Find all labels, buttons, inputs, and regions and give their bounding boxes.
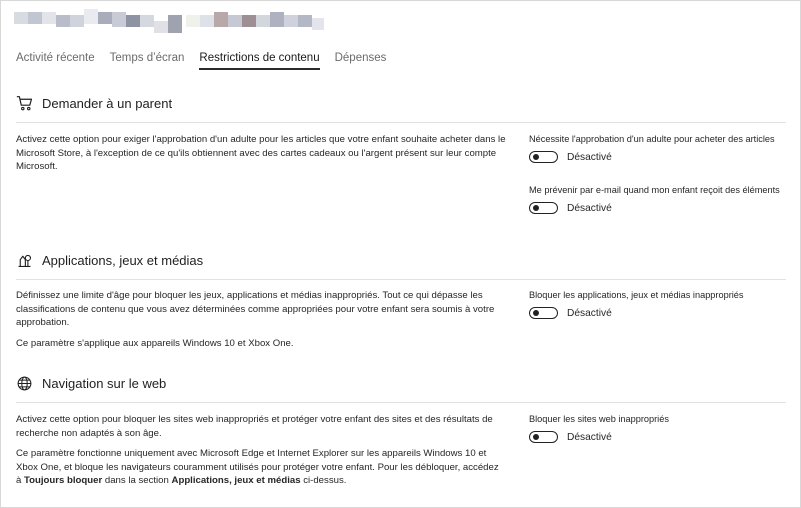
toggle-state: Désactivé	[567, 307, 612, 319]
section-web-description: Activez cette option pour bloquer les si…	[16, 413, 506, 494]
setting-label: Bloquer les applications, jeux et médias…	[529, 290, 744, 300]
require-approval-toggle[interactable]	[529, 151, 558, 163]
toggle-state: Désactivé	[567, 202, 612, 214]
toggle-state: Désactivé	[567, 431, 612, 443]
description-text: Définissez une limite d'âge pour bloquer…	[16, 290, 495, 329]
tab-bar: Activité récente Temps d’écran Restricti…	[16, 52, 386, 70]
cart-icon	[16, 96, 33, 111]
setting-label: Nécessite l'approbation d'un adulte pour…	[529, 134, 775, 144]
account-name-redacted	[14, 9, 324, 35]
block-websites-toggle[interactable]	[529, 431, 558, 443]
section-apps-header: Applications, jeux et médias	[16, 252, 203, 269]
pixelated-name-image	[14, 9, 324, 33]
block-apps-toggle[interactable]	[529, 307, 558, 319]
setting-block-websites: Bloquer les sites web inappropriés Désac…	[529, 413, 789, 443]
section-apps-description: Définissez une limite d'âge pour bloquer…	[16, 289, 506, 356]
setting-email-notify: Me prévenir par e-mail quand mon enfant …	[529, 184, 789, 214]
section-divider	[16, 279, 786, 280]
section-ask-parent-header: Demander à un parent	[16, 95, 172, 112]
tab-screen-time[interactable]: Temps d’écran	[110, 52, 185, 70]
setting-label: Me prévenir par e-mail quand mon enfant …	[529, 185, 780, 195]
section-divider	[16, 402, 786, 403]
note-text: ci-dessus.	[300, 475, 347, 487]
description-text: Activez cette option pour exiger l'appro…	[16, 134, 506, 173]
description-note: Ce paramètre s'applique aux appareils Wi…	[16, 337, 294, 349]
description-note: Ce paramètre fonctionne uniquement avec …	[16, 447, 506, 488]
note-text: dans la section	[102, 475, 172, 487]
description-text: Activez cette option pour bloquer les si…	[16, 414, 493, 439]
section-title: Navigation sur le web	[42, 376, 167, 391]
email-notify-toggle[interactable]	[529, 202, 558, 214]
tab-recent-activity[interactable]: Activité récente	[16, 52, 95, 70]
globe-icon	[17, 376, 32, 391]
tab-spending[interactable]: Dépenses	[335, 52, 387, 70]
apps-section-reference: Applications, jeux et médias	[171, 475, 301, 487]
setting-block-apps: Bloquer les applications, jeux et médias…	[529, 289, 789, 319]
section-web-header: Navigation sur le web	[16, 375, 166, 392]
apps-games-media-icon	[18, 254, 32, 268]
always-block-link: Toujours bloquer	[24, 475, 103, 487]
toggle-state: Désactivé	[567, 151, 612, 163]
section-title: Demander à un parent	[42, 96, 173, 111]
section-title: Applications, jeux et médias	[42, 253, 204, 268]
setting-require-approval: Nécessite l'approbation d'un adulte pour…	[529, 133, 789, 163]
setting-label: Bloquer les sites web inappropriés	[529, 414, 669, 424]
tab-content-restrictions[interactable]: Restrictions de contenu	[199, 52, 320, 70]
section-ask-parent-description: Activez cette option pour exiger l'appro…	[16, 133, 506, 180]
section-divider	[16, 122, 786, 123]
